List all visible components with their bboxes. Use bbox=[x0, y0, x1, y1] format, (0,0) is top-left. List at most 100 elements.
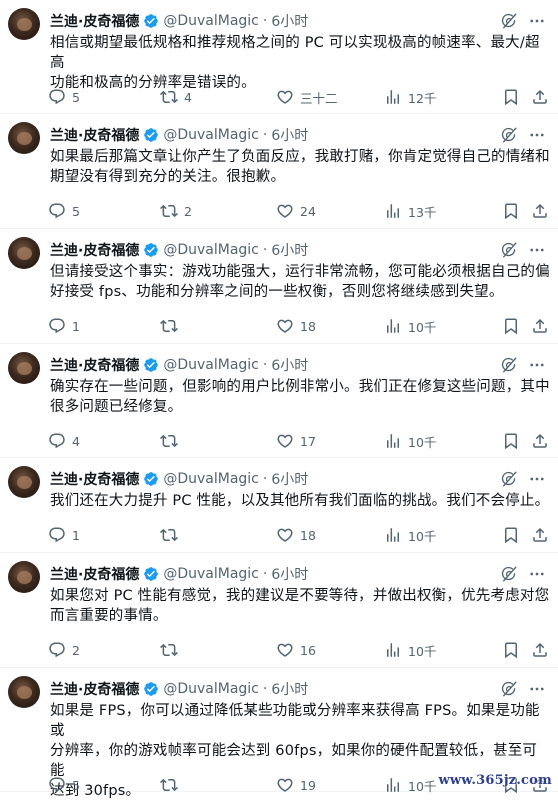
reply-button[interactable]: 5 bbox=[48, 86, 80, 108]
bookmark-button[interactable] bbox=[502, 639, 520, 661]
like-button[interactable]: 19 bbox=[276, 774, 316, 796]
retweet-button[interactable] bbox=[160, 639, 184, 661]
like-button[interactable]: 16 bbox=[276, 639, 316, 661]
share-button[interactable] bbox=[531, 639, 549, 661]
more-icon[interactable] bbox=[526, 679, 548, 699]
timestamp[interactable]: 6小时 bbox=[271, 469, 308, 489]
author-handle[interactable]: @DuvalMagic bbox=[163, 681, 259, 697]
tweet-text-line: 我们还在大力提升 PC 性能，以及其他所有我们面临的挑战。我们不会停止。 bbox=[50, 493, 550, 509]
grok-icon[interactable] bbox=[500, 355, 518, 375]
tweet[interactable]: 兰迪·皮奇福德 @DuvalMagic · 6小时 如果您对 PC 性能有感觉，… bbox=[0, 553, 558, 668]
share-button[interactable] bbox=[531, 315, 549, 337]
author-handle[interactable]: @DuvalMagic bbox=[163, 357, 259, 373]
retweet-button[interactable] bbox=[160, 774, 184, 796]
avatar[interactable] bbox=[8, 466, 40, 498]
retweet-button[interactable] bbox=[160, 430, 184, 452]
share-icon bbox=[533, 89, 547, 104]
author-name[interactable]: 兰迪·皮奇福德 bbox=[50, 564, 139, 584]
reply-button[interactable]: 4 bbox=[48, 430, 80, 452]
share-button[interactable] bbox=[531, 86, 549, 108]
retweet-button[interactable]: 2 bbox=[160, 200, 192, 222]
reply-button[interactable]: 1 bbox=[48, 315, 80, 337]
more-icon[interactable] bbox=[526, 469, 548, 489]
grok-icon[interactable] bbox=[500, 125, 518, 145]
tweet[interactable]: 兰迪·皮奇福德 @DuvalMagic · 6小时 相信或期望最低规格和推荐规格… bbox=[0, 0, 558, 114]
bookmark-button[interactable] bbox=[502, 200, 520, 222]
tweet[interactable]: 兰迪·皮奇福德 @DuvalMagic · 6小时 我们还在大力提升 PC 性能… bbox=[0, 458, 558, 553]
reply-button[interactable]: 5 bbox=[48, 774, 80, 796]
timestamp[interactable]: 6小时 bbox=[271, 11, 308, 31]
tweet[interactable]: 兰迪·皮奇福德 @DuvalMagic · 6小时 确实存在一些问题，但影响的用… bbox=[0, 344, 558, 458]
tweet-text: 但请接受这个事实：游戏功能强大，运行非常流畅，您可能必须根据自己的偏 好接受 fp… bbox=[50, 262, 550, 302]
author-name[interactable]: 兰迪·皮奇福德 bbox=[50, 469, 139, 489]
retweet-button[interactable] bbox=[160, 315, 184, 337]
avatar[interactable] bbox=[8, 561, 40, 593]
timestamp[interactable]: 6小时 bbox=[271, 355, 308, 375]
author-name[interactable]: 兰迪·皮奇福德 bbox=[50, 125, 139, 145]
reply-button[interactable]: 5 bbox=[48, 200, 80, 222]
avatar[interactable] bbox=[8, 237, 40, 269]
avatar[interactable] bbox=[8, 352, 40, 384]
like-button[interactable]: 18 bbox=[276, 524, 316, 546]
bookmark-button[interactable] bbox=[502, 315, 520, 337]
author-handle[interactable]: @DuvalMagic bbox=[163, 13, 259, 29]
avatar[interactable] bbox=[8, 122, 40, 154]
author-handle[interactable]: @DuvalMagic bbox=[163, 566, 259, 582]
tweet-header: 兰迪·皮奇福德 @DuvalMagic · 6小时 bbox=[50, 679, 550, 699]
author-handle[interactable]: @DuvalMagic bbox=[163, 242, 259, 258]
retweet-button[interactable]: 4 bbox=[160, 86, 192, 108]
share-button[interactable] bbox=[531, 524, 549, 546]
like-button[interactable]: 24 bbox=[276, 200, 316, 222]
retweet-icon bbox=[160, 204, 178, 218]
views-button[interactable]: 10千 bbox=[384, 639, 436, 661]
avatar[interactable] bbox=[8, 8, 40, 40]
share-icon bbox=[533, 318, 547, 333]
more-icon[interactable] bbox=[526, 11, 548, 31]
like-button[interactable]: 18 bbox=[276, 315, 316, 337]
separator-dot: · bbox=[262, 357, 268, 373]
more-icon[interactable] bbox=[526, 240, 548, 260]
like-icon bbox=[277, 90, 293, 104]
more-icon[interactable] bbox=[526, 125, 548, 145]
verified-badge-icon bbox=[143, 13, 159, 29]
views-button[interactable]: 10千 bbox=[384, 524, 436, 546]
tweet-text-line: 如果最后那篇文章让你产生了负面反应，我敢打赌，你肯定觉得自己的情绪和 bbox=[50, 149, 550, 165]
tweet[interactable]: 兰迪·皮奇福德 @DuvalMagic · 6小时 如果最后那篇文章让你产生了负… bbox=[0, 114, 558, 229]
author-name[interactable]: 兰迪·皮奇福德 bbox=[50, 679, 139, 699]
bookmark-button[interactable] bbox=[502, 430, 520, 452]
like-button[interactable]: 三十二 bbox=[276, 86, 338, 108]
author-name[interactable]: 兰迪·皮奇福德 bbox=[50, 11, 139, 31]
author-handle[interactable]: @DuvalMagic bbox=[163, 127, 259, 143]
tweet[interactable]: 兰迪·皮奇福德 @DuvalMagic · 6小时 但请接受这个事实：游戏功能强… bbox=[0, 229, 558, 344]
reply-icon bbox=[49, 318, 65, 334]
timestamp[interactable]: 6小时 bbox=[271, 240, 308, 260]
grok-icon[interactable] bbox=[500, 469, 518, 489]
avatar[interactable] bbox=[8, 676, 40, 708]
views-button[interactable]: 10千 bbox=[384, 430, 436, 452]
like-button[interactable]: 17 bbox=[276, 430, 316, 452]
grok-icon[interactable] bbox=[500, 564, 518, 584]
grok-icon[interactable] bbox=[500, 11, 518, 31]
author-name[interactable]: 兰迪·皮奇福德 bbox=[50, 355, 139, 375]
author-name[interactable]: 兰迪·皮奇福德 bbox=[50, 240, 139, 260]
grok-icon[interactable] bbox=[500, 679, 518, 699]
bookmark-button[interactable] bbox=[502, 86, 520, 108]
views-button[interactable]: 10千 bbox=[384, 774, 436, 796]
bookmark-button[interactable] bbox=[502, 524, 520, 546]
reply-button[interactable]: 2 bbox=[48, 639, 80, 661]
timestamp[interactable]: 6小时 bbox=[271, 125, 308, 145]
share-button[interactable] bbox=[531, 200, 549, 222]
timestamp[interactable]: 6小时 bbox=[271, 679, 308, 699]
more-icon[interactable] bbox=[526, 355, 548, 375]
reply-button[interactable]: 1 bbox=[48, 524, 80, 546]
views-button[interactable]: 10千 bbox=[384, 315, 436, 337]
views-button[interactable]: 12千 bbox=[384, 86, 436, 108]
views-button[interactable]: 13千 bbox=[384, 200, 436, 222]
more-icon[interactable] bbox=[526, 564, 548, 584]
share-button[interactable] bbox=[531, 430, 549, 452]
author-handle[interactable]: @DuvalMagic bbox=[163, 471, 259, 487]
timestamp[interactable]: 6小时 bbox=[271, 564, 308, 584]
tweet-header: 兰迪·皮奇福德 @DuvalMagic · 6小时 bbox=[50, 469, 550, 489]
grok-icon[interactable] bbox=[500, 240, 518, 260]
retweet-button[interactable] bbox=[160, 524, 184, 546]
